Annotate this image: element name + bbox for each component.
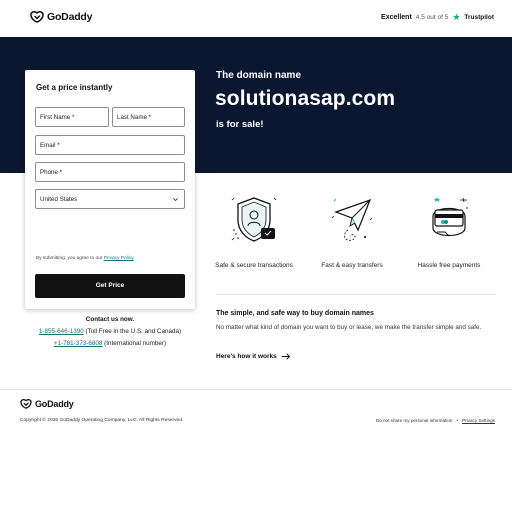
copyright-text: Copyright © 2026 GoDaddy Operating Compa… [20, 418, 184, 423]
form-disclaimer: By submitting, you agree to our Privacy … [36, 256, 134, 261]
payment-card-icon [432, 197, 468, 237]
feature-hassle-free [399, 190, 499, 250]
feature-label-safe: Safe & secure transactions [215, 262, 293, 269]
footer-divider [0, 389, 512, 390]
footer-godaddy-logo[interactable]: GoDaddy [20, 399, 74, 409]
last-name-field[interactable]: Last Name * [112, 107, 185, 127]
godaddy-logo-icon [20, 399, 32, 409]
trustpilot-rating[interactable]: Excellent 4.5 out of 5 ★ Trustpilot [381, 13, 494, 22]
trust-excellent: Excellent [381, 14, 412, 21]
form-title: Get a price instantly [36, 83, 113, 92]
arrow-right-icon [281, 353, 290, 360]
hero-subtitle: The domain name [216, 70, 302, 81]
top-bar: GoDaddy Excellent 4.5 out of 5 ★ Trustpi… [0, 0, 512, 37]
trust-rating-text: 4.5 out of 5 [415, 14, 449, 21]
footer-separator: • [456, 418, 459, 423]
shield-icon [231, 197, 277, 242]
how-it-works-link[interactable]: Here's how it works [216, 353, 291, 360]
first-name-field[interactable]: First Name * [35, 107, 109, 127]
godaddy-logo-icon [30, 11, 44, 23]
price-form-card: Get a price instantly First Name * Last … [25, 70, 195, 309]
disclaimer-text: By submitting, you agree to our [36, 256, 103, 261]
trustpilot-star-icon: ★ [452, 12, 461, 22]
email-field[interactable]: Email * [35, 135, 185, 155]
contact-line-tollfree: 1-855-646-1390 (Toll Free in the U.S. an… [25, 328, 195, 335]
tollfree-phone-link[interactable]: 1-855-646-1390 [39, 328, 84, 335]
logo-text: GoDaddy [47, 11, 93, 23]
contact-title: Contact us now. [85, 316, 135, 323]
godaddy-logo[interactable]: GoDaddy [30, 11, 92, 23]
domain-name: solutionasap.com [215, 87, 396, 110]
how-it-works-label: Here's how it works [216, 353, 277, 360]
section-divider [216, 294, 496, 295]
country-select-value: United States [40, 196, 78, 203]
feature-fast-easy [302, 190, 402, 250]
footer-links: Do not share my personal information • P… [376, 418, 495, 423]
paper-plane-icon [331, 198, 373, 241]
tollfree-note: (Toll Free in the U.S. and Canada) [85, 328, 182, 335]
trustpilot-brand: Trustpilot [464, 14, 494, 21]
chevron-down-icon [173, 198, 178, 202]
privacy-settings-link[interactable]: Privacy Settings [462, 418, 495, 423]
info-text: No matter what kind of domain you want t… [216, 324, 482, 331]
feature-label-hassle: Hassle free payments [417, 262, 481, 269]
contact-line-international: +1-781-373-6808 (International number) [25, 340, 195, 347]
international-phone-link[interactable]: +1-781-373-6808 [54, 340, 103, 347]
do-not-share-link[interactable]: Do not share my personal information [376, 418, 453, 423]
country-select[interactable]: United States [35, 189, 185, 209]
get-price-button[interactable]: Get Price [35, 274, 185, 298]
international-note: (International number) [104, 340, 167, 347]
info-title: The simple, and safe way to buy domain n… [216, 310, 374, 317]
privacy-policy-link[interactable]: Privacy Policy [104, 256, 134, 261]
phone-field[interactable]: Phone * [35, 162, 185, 182]
footer-logo-text: GoDaddy [35, 399, 74, 409]
feature-label-fast: Fast & easy transfers [321, 262, 383, 269]
hero-sale-text: is for sale! [216, 119, 264, 130]
feature-safe-secure [204, 190, 304, 250]
